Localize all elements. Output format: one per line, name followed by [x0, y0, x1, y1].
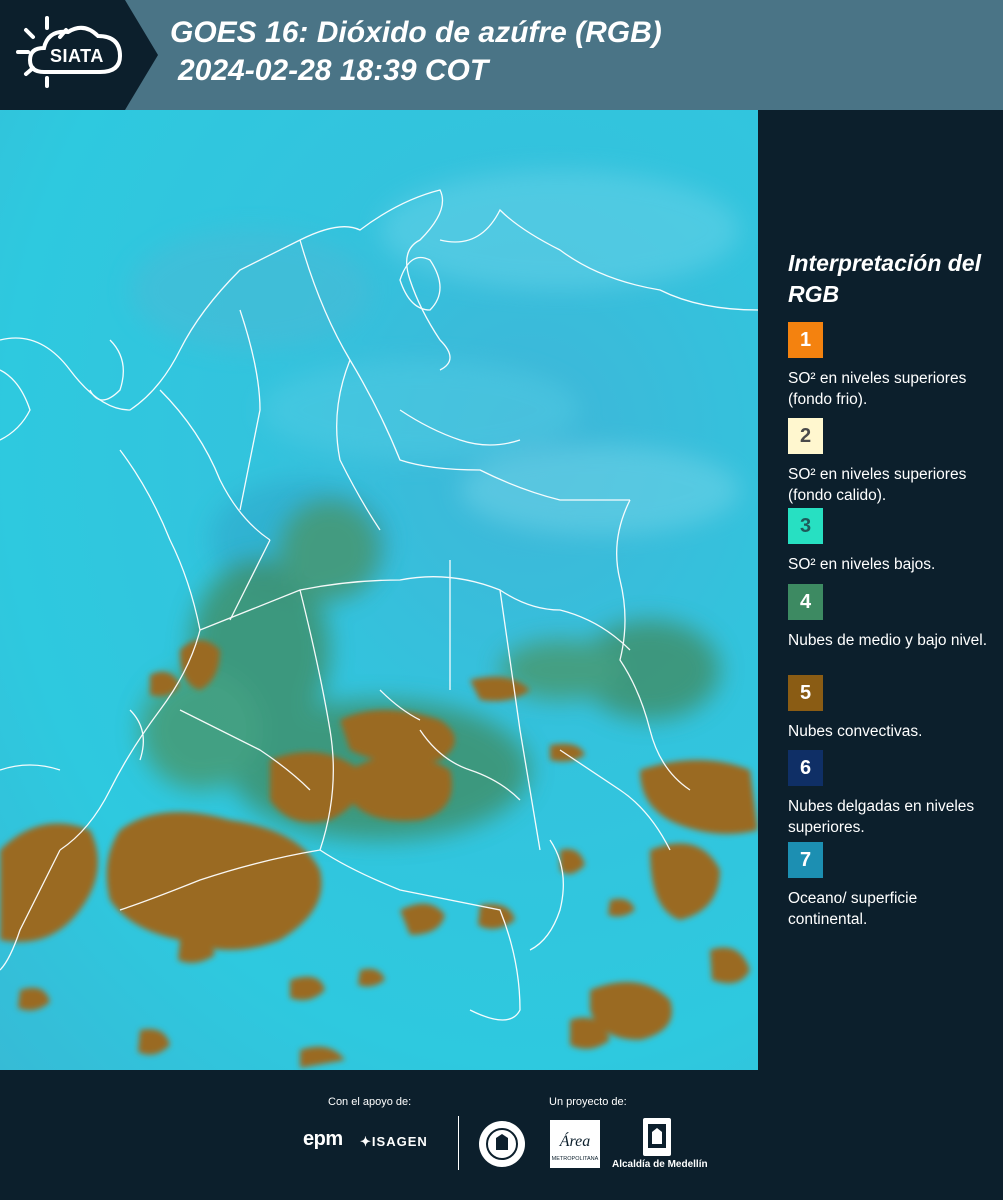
legend-label-5: Nubes convectivas. — [788, 723, 923, 740]
footer-divider — [458, 1116, 459, 1170]
area-logo-text: Área — [559, 1131, 591, 1150]
legend-label-7: Oceano/ superficie continental. — [788, 890, 918, 928]
legend-swatch-3: 3 — [788, 508, 823, 544]
legend-swatch-7: 7 — [788, 842, 823, 878]
support-label: Con el apoyo de: — [328, 1096, 412, 1108]
page-title: GOES 16: Dióxido de azúfre (RGB) — [170, 16, 662, 49]
page-subtitle: 2024-02-28 18:39 COT — [178, 54, 489, 87]
legend-label-3: SO² en niveles bajos. — [788, 556, 936, 573]
medellin-seal-icon[interactable] — [478, 1120, 526, 1168]
alcaldia-shield-icon[interactable] — [643, 1118, 671, 1156]
epm-logo[interactable]: epm — [303, 1128, 343, 1151]
isagen-logo-text: ISAGEN — [371, 1134, 428, 1149]
legend-swatch-1: 1 — [788, 322, 823, 358]
legend-label-6: Nubes delgadas en niveles superiores. — [788, 798, 975, 836]
area-metropolitana-logo[interactable]: Área METROPOLITANA — [550, 1120, 600, 1168]
legend-item-2: 2 SO² en niveles superiores (fondo calid… — [788, 418, 998, 506]
alcaldia-label: Alcaldía de Medellín — [612, 1159, 708, 1170]
legend-item-4: 4 Nubes de medio y bajo nivel. — [788, 584, 998, 651]
map-graphic — [0, 170, 758, 1068]
legend-swatch-2: 2 — [788, 418, 823, 454]
satellite-map[interactable] — [0, 110, 758, 1070]
legend-swatch-5: 5 — [788, 675, 823, 711]
project-label: Un proyecto de: — [549, 1096, 627, 1108]
legend-swatch-6: 6 — [788, 750, 823, 786]
legend-swatch-4: 4 — [788, 584, 823, 620]
siata-logo-text: SIATA — [50, 46, 104, 66]
legend-item-7: 7 Oceano/ superficie continental. — [788, 842, 998, 930]
legend-label-4: Nubes de medio y bajo nivel. — [788, 632, 988, 649]
legend-item-1: 1 SO² en niveles superiores (fondo frio)… — [788, 322, 998, 410]
legend-item-5: 5 Nubes convectivas. — [788, 675, 998, 742]
legend-panel: Interpretación del RGB 1 SO² en niveles … — [760, 110, 1003, 1070]
legend-title: Interpretación del RGB — [788, 250, 981, 307]
header: SIATA GOES 16: Dióxido de azúfre (RGB) 2… — [0, 0, 1003, 110]
legend-label-1: SO² en niveles superiores (fondo frio). — [788, 370, 967, 408]
siata-logo[interactable]: SIATA — [0, 0, 160, 110]
area-logo-subtext: METROPOLITANA — [552, 1156, 599, 1162]
footer: Con el apoyo de: Un proyecto de: epm ✦IS… — [0, 1070, 1003, 1200]
legend-label-2: SO² en niveles superiores (fondo calido)… — [788, 466, 967, 504]
isagen-logo[interactable]: ✦ISAGEN — [360, 1134, 428, 1150]
legend-item-3: 3 SO² en niveles bajos. — [788, 508, 998, 575]
legend-item-6: 6 Nubes delgadas en niveles superiores. — [788, 750, 998, 838]
